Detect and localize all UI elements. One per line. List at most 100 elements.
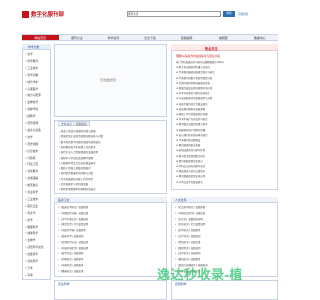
hot-topic-link[interactable]: ★ 期刊融合出版的实践与思考 [176, 122, 275, 126]
category-link[interactable]: > 计算机 [25, 156, 35, 160]
hot-topic-link[interactable]: ★ 科技期刊国际化发展策略 [176, 107, 275, 111]
category-link[interactable]: > 工业技术 [25, 66, 38, 70]
section-link[interactable]: • 《中医药学报》征稿要求 [58, 228, 163, 232]
section-link[interactable]: • 《实用医学杂志》征稿启事 [58, 240, 163, 244]
news-link[interactable]: • 建筑工程施工质量控制探讨 [59, 166, 164, 170]
category-link[interactable]: > 航天航空 [25, 183, 38, 187]
section-link[interactable]: • 《护理研究》投稿要求 [58, 257, 163, 261]
hot-topic-link[interactable]: ★ 学术不端行为的识别与防范 [176, 117, 275, 121]
section-link[interactable]: • 《经济研究》征稿启事 [175, 240, 274, 244]
hot-topic-link[interactable]: ★ 论新时期学术期刊编辑的素养 [176, 81, 275, 85]
category-link[interactable]: > 生物学 [25, 238, 35, 242]
news-link[interactable]: • 关于加强基层党建工作的思考 [59, 177, 164, 181]
section-link[interactable]: • 《文史哲》投稿指南说明 [175, 217, 274, 221]
category-link[interactable]: > 工业技术 [25, 197, 38, 201]
category-link[interactable]: > 自然科学总论 [25, 245, 43, 249]
hot-topic-link[interactable]: 热门学科发展动向与期刊出版数据统计(2022) [176, 60, 275, 64]
hot-topic-link[interactable]: ★ 学术期刊的品牌建设 [176, 138, 275, 142]
search-button[interactable]: 搜索 [223, 11, 235, 17]
section-link[interactable]: • 《社会科学研究》投稿须知 [175, 205, 274, 209]
hot-topic-link[interactable]: ★ 期刊审稿流程优化探讨 [176, 159, 275, 163]
hot-topic-link[interactable]: ★ 学术期刊编辑出版规范探讨与研究 [176, 70, 275, 74]
hot-topic-link[interactable]: ★ 科研成果转化与期刊作用 [176, 148, 275, 152]
logo-icon[interactable] [22, 11, 29, 18]
nav-item-editorial[interactable]: 编辑部 [205, 35, 242, 40]
section-link[interactable]: • 《中国药房》投稿指南 [58, 263, 163, 267]
news-link[interactable]: • 医院护理管理中的风险防范研究 [59, 187, 164, 191]
category-link[interactable]: > 文化教育 [25, 169, 38, 173]
category-link[interactable]: > 艺术 [25, 266, 33, 270]
hot-topics-headline[interactable]: 国图SA深度方向发展探讨与研究对策 [176, 54, 220, 58]
hot-topic-link[interactable]: ★ 学术评价体系与期刊影响因子 [176, 91, 275, 95]
category-link[interactable]: > 信息技术 [25, 149, 38, 153]
category-link[interactable]: > 文学 [25, 135, 33, 139]
category-link[interactable]: > 地球科学 [25, 231, 38, 235]
section-link[interactable]: • 《医学信息》征稿须知 [58, 251, 163, 255]
nav-item-home[interactable]: 网站首页 [22, 35, 59, 40]
hot-topic-link[interactable]: ★ 期刊数据库检索技术应用 [176, 174, 275, 178]
advanced-search-link[interactable]: 高级搜索 [238, 12, 248, 16]
search-input[interactable] [127, 11, 221, 17]
category-link[interactable]: > 交通运输 [25, 176, 38, 180]
section-link[interactable]: • 《管理世界》投稿说明 [175, 246, 274, 250]
category-link[interactable]: > 数理科学 [25, 225, 38, 229]
section-link[interactable]: • 《临床医学研究》投稿须知 [58, 205, 163, 209]
category-link[interactable]: > 心理医学 [25, 87, 38, 91]
hot-topic-link[interactable]: ★ 期刊编辑的职业发展 [176, 143, 275, 147]
news-link[interactable]: • 数字化背景下的图书馆服务创新研究 [59, 140, 164, 144]
category-link[interactable]: > 医药卫生 [25, 204, 38, 208]
category-link[interactable]: > 社会科学 [25, 252, 38, 256]
section-link[interactable]: • 《哲学研究》征稿要求 [175, 228, 274, 232]
section-link[interactable]: • 《中国医药导报》征稿启事 [58, 211, 163, 215]
hot-topic-link[interactable]: ★ 新媒体环境下的期刊传播 [176, 128, 275, 132]
category-link[interactable]: > 化学 [25, 218, 33, 222]
category-link[interactable]: > 农业科学 [25, 190, 38, 194]
nav-item-data[interactable]: 数据中心 [241, 35, 278, 40]
hot-topic-link[interactable]: ★ 核心期刊评价指标体系研究 [176, 133, 275, 137]
category-link[interactable]: > 电力与能源 [25, 93, 41, 97]
nav-item-journals[interactable]: 期刊大全 [59, 35, 96, 40]
section-link[interactable]: • 《文学评论》投稿须知 [175, 234, 274, 238]
hot-topic-link[interactable]: ★ 数据库建设在期刊管理中的应用 [176, 86, 275, 90]
news-link[interactable]: • 我国民营企业财务管理问题分析与对策 [59, 134, 164, 138]
category-link[interactable]: > 经济管理 [25, 121, 38, 125]
news-link[interactable]: • 浅谈工程造价管理的控制与措施 [59, 129, 164, 133]
category-link[interactable]: > 历史地理 [25, 142, 38, 146]
section-link[interactable]: • 《临床药学》投稿须知 [58, 234, 163, 238]
hot-topic-link[interactable]: ★ 学术期刊的数字化转型路径分析 [176, 76, 275, 80]
category-link[interactable]: > 政法与社会 [25, 128, 41, 132]
section-link[interactable]: • 《现代医学》栏目设置说明 [58, 222, 163, 226]
news-link[interactable]: • 现代企业人力资源管理的发展趋势 [59, 150, 164, 154]
hot-topic-link[interactable]: ★ 开放获取期刊的发展现状与对策 [176, 96, 275, 100]
hot-topic-link[interactable]: ★ 网络首发与优先出版研究 [176, 169, 275, 173]
category-link[interactable]: > 建筑学 [25, 114, 35, 118]
section-link[interactable]: • 《法学研究》征稿须知 [175, 251, 274, 255]
nav-item-news[interactable]: 学术资讯 [95, 35, 132, 40]
news-link[interactable]: • 新时期高校学生管理工作的思考 [59, 145, 164, 149]
category-link[interactable]: > 军事 [25, 273, 33, 277]
category-link[interactable]: > 环境工程 [25, 162, 38, 166]
news-link[interactable]: • 大数据时代会计信息化建设研究 [59, 161, 164, 165]
hot-topic-link[interactable]: ★ 高校学报特色栏目建设研究 [176, 102, 275, 106]
nav-item-guide[interactable]: 投稿指南 [168, 35, 205, 40]
section-link[interactable]: • 《中华护理杂志》投稿指南 [58, 217, 163, 221]
category-link[interactable]: > 科学教育 [25, 59, 38, 63]
category-link[interactable]: > 天文学 [25, 211, 35, 215]
category-link[interactable]: > 生物化学 [25, 100, 38, 104]
category-link[interactable]: > 哲学宗教 [25, 73, 38, 77]
category-link[interactable]: > 农学 [25, 52, 33, 56]
hot-topic-link[interactable]: ★ 数字图书馆资源整合研究 [176, 154, 275, 158]
news-link[interactable]: • 农村经济发展中的问题与对策 [59, 171, 164, 175]
category-link[interactable]: > 文化科学 [25, 259, 38, 263]
hot-topic-link[interactable]: ★ 编辑工作中的版权保护问题 [176, 112, 275, 116]
section-link[interactable]: • 《教育研究》投稿要求 [175, 257, 274, 261]
section-link[interactable]: • 《中国全科医学》投稿说明 [58, 246, 163, 250]
category-link[interactable]: > 各种学科 [25, 107, 38, 111]
hot-topic-link[interactable]: ★ 学科交叉研究的期刊支持 [176, 164, 275, 168]
nav-item-papers[interactable]: 论文下载 [132, 35, 169, 40]
section-link[interactable]: • 《中国社会科学》征稿启事 [175, 211, 274, 215]
news-link[interactable]: • 浅析中小学语文阅读教学策略 [59, 156, 164, 160]
section-link[interactable]: • 《历史研究》栏目设置说明 [175, 222, 274, 226]
tab-submission-guide[interactable]: 投稿指南 [73, 121, 90, 126]
hot-topic-link[interactable]: ★ 学术交流平台建设研究 [176, 180, 275, 184]
